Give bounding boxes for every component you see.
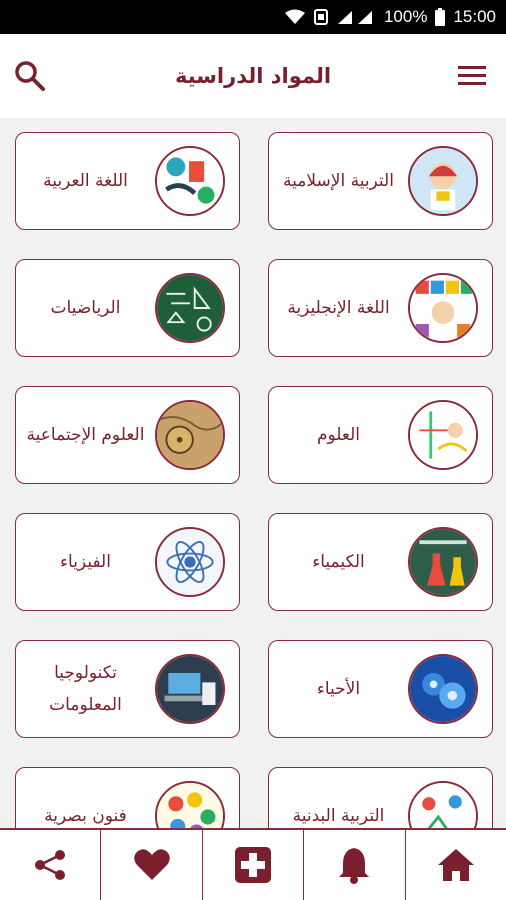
- subject-card-science[interactable]: العلوم: [268, 386, 493, 484]
- menu-icon: [458, 66, 486, 85]
- arabic-language-thumbnail: [155, 146, 225, 216]
- nav-notifications[interactable]: [303, 830, 404, 900]
- subject-card-english-language[interactable]: اللغة الإنجليزية: [268, 259, 493, 357]
- subject-label: فنون بصرية: [44, 806, 127, 826]
- battery-icon: [435, 8, 446, 26]
- subject-label: اللغة الإنجليزية: [287, 298, 390, 318]
- home-icon: [437, 849, 474, 881]
- nav-add[interactable]: [201, 830, 303, 900]
- subject-label: الرياضيات: [50, 298, 121, 318]
- subject-label: تكنولوجيا المعلومات: [49, 663, 122, 715]
- bottom-navigation: [0, 828, 506, 900]
- status-bar: 100% 15:00: [0, 0, 506, 34]
- science-thumbnail: [408, 400, 478, 470]
- visual-arts-thumbnail: [155, 781, 225, 828]
- social-studies-thumbnail: [155, 400, 225, 470]
- subject-card-physics[interactable]: الفيزياء: [15, 513, 240, 611]
- subject-card-social-studies[interactable]: العلوم الإجتماعية: [15, 386, 240, 484]
- islamic-education-thumbnail: [408, 146, 478, 216]
- subject-label: اللغة العربية: [43, 171, 128, 191]
- physical-education-thumbnail: [408, 781, 478, 828]
- plus-icon: [235, 847, 272, 883]
- subject-card-visual-arts[interactable]: فنون بصرية: [15, 767, 240, 828]
- nav-home[interactable]: [404, 830, 506, 900]
- subject-label: العلوم: [316, 425, 361, 445]
- app-bar: المواد الدراسية: [0, 34, 506, 118]
- subject-card-physical-education[interactable]: التربية البدنية: [268, 767, 493, 828]
- heart-icon: [133, 849, 170, 880]
- subject-label: الكيمياء: [312, 552, 365, 572]
- subject-label: الفيزياء: [60, 552, 111, 572]
- subject-card-arabic-language[interactable]: اللغة العربية: [15, 132, 240, 230]
- subject-card-islamic-education[interactable]: التربية الإسلامية: [268, 132, 493, 230]
- subjects-grid: التربية الإسلامية اللغة العربية اللغة ال…: [0, 118, 506, 828]
- subject-label: الأحياء: [316, 679, 361, 699]
- subject-card-information-technology[interactable]: تكنولوجيا المعلومات: [15, 640, 240, 738]
- subject-card-biology[interactable]: الأحياء: [268, 640, 493, 738]
- subject-label: التربية الإسلامية: [283, 171, 394, 191]
- information-technology-thumbnail: [155, 654, 225, 724]
- nav-share[interactable]: [0, 830, 100, 900]
- mathematics-thumbnail: [155, 273, 225, 343]
- biology-thumbnail: [408, 654, 478, 724]
- physics-thumbnail: [155, 527, 225, 597]
- nfc-icon: [313, 9, 328, 25]
- share-icon: [35, 850, 66, 880]
- subject-label: التربية البدنية: [292, 806, 385, 826]
- subject-card-chemistry[interactable]: الكيمياء: [268, 513, 493, 611]
- menu-button[interactable]: [456, 60, 488, 92]
- battery-percentage: 100%: [383, 7, 428, 26]
- subject-card-mathematics[interactable]: الرياضيات: [15, 259, 240, 357]
- search-button[interactable]: [12, 58, 48, 94]
- clock: 15:00: [453, 7, 496, 26]
- chemistry-thumbnail: [408, 527, 478, 597]
- search-icon: [15, 61, 45, 91]
- subject-label: العلوم الإجتماعية: [26, 425, 145, 445]
- nav-favorites[interactable]: [100, 830, 201, 900]
- page-title: المواد الدراسية: [174, 64, 332, 88]
- signal-icon: [336, 9, 376, 25]
- wifi-icon: [284, 9, 306, 25]
- bell-icon: [339, 848, 370, 884]
- english-language-thumbnail: [408, 273, 478, 343]
